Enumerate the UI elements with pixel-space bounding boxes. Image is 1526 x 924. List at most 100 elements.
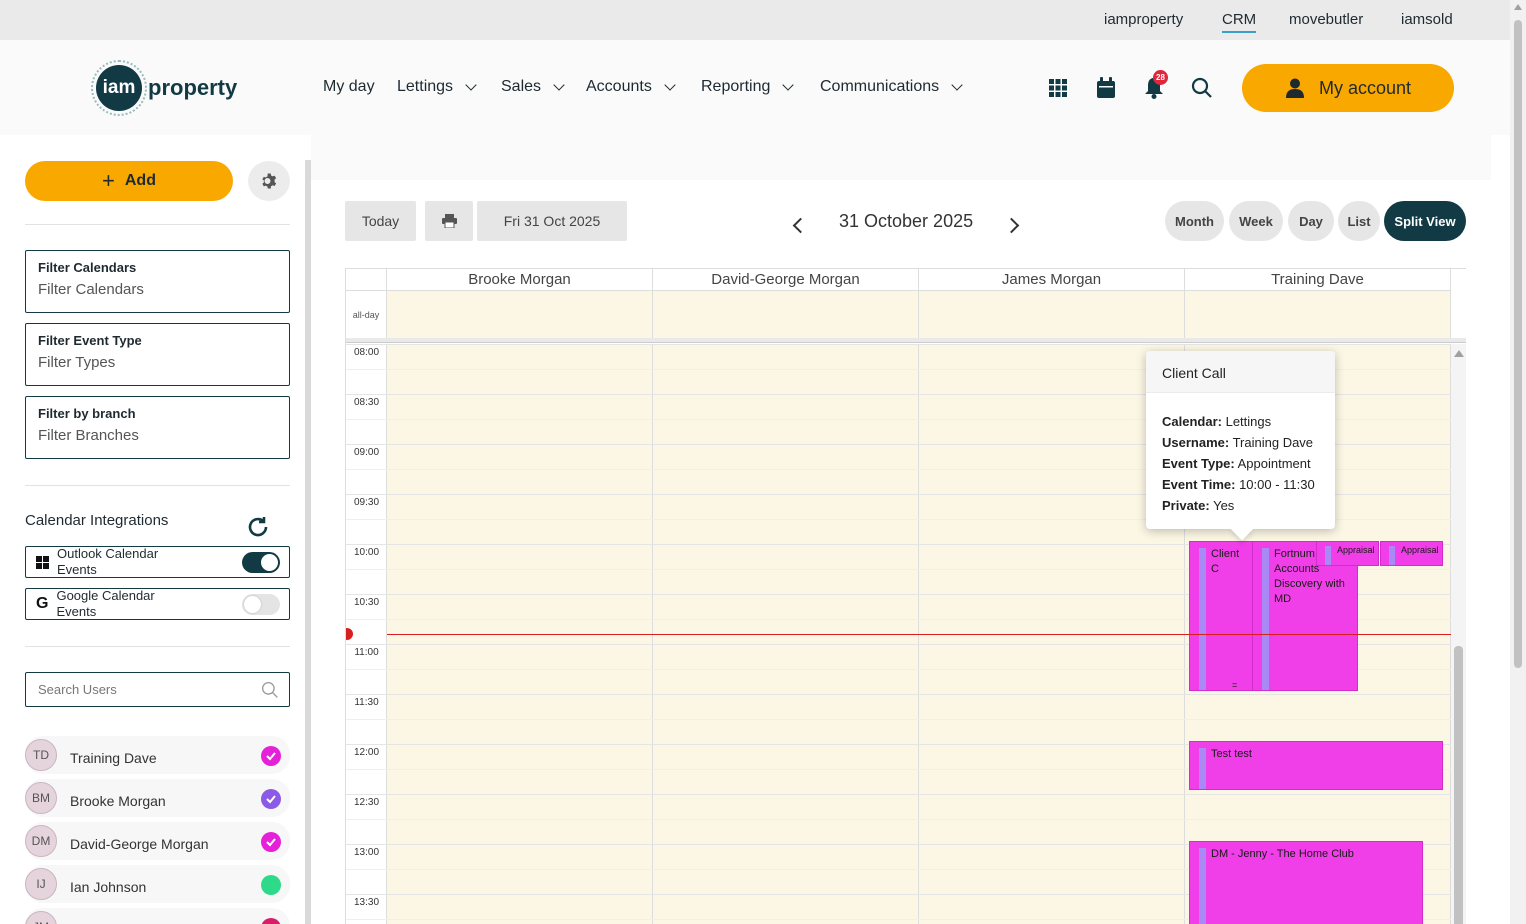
date-picker-button[interactable]: Fri 31 Oct 2025 [477, 201, 627, 241]
status-dot[interactable] [261, 875, 281, 895]
nav-label: Accounts [586, 78, 652, 95]
nav-communications[interactable]: Communications [820, 78, 963, 96]
user-name: Brooke Morgan [70, 793, 166, 809]
notification-badge: 28 [1153, 70, 1168, 85]
view-list-button[interactable]: List [1338, 201, 1380, 241]
popover-row: Calendar: Lettings [1162, 411, 1319, 432]
event-test-test[interactable]: Test test [1189, 741, 1443, 790]
time-label: 12:30 [353, 797, 380, 808]
calendar-icon[interactable] [1094, 76, 1118, 100]
view-month-button[interactable]: Month [1165, 201, 1224, 241]
topbar-link-crm[interactable]: CRM [1222, 11, 1257, 33]
filter-label: Filter Calendars [38, 260, 137, 275]
check-icon[interactable] [261, 746, 281, 766]
user-name: Ian Johnson [70, 879, 147, 895]
view-week-button[interactable]: Week [1229, 201, 1283, 241]
integration-label: Google Calendar Events [56, 588, 155, 619]
search-icon[interactable] [1190, 76, 1214, 100]
user-item[interactable]: TD Training Dave [25, 736, 290, 774]
scroll-thumb[interactable] [1454, 646, 1463, 924]
time-label: 08:30 [353, 397, 380, 408]
filter-branch[interactable]: Filter by branch Filter Branches [25, 396, 290, 459]
today-button[interactable]: Today [345, 201, 416, 241]
filter-placeholder: Filter Calendars [38, 281, 144, 298]
integrations-title: Calendar Integrations [25, 512, 169, 529]
event-dm-jenny[interactable]: DM - Jenny - The Home Club [1189, 841, 1423, 924]
nav-label: My day [323, 78, 375, 95]
apps-grid-icon[interactable] [1046, 76, 1070, 100]
popover-title: Client Call [1146, 351, 1335, 393]
time-label: 11:30 [354, 697, 379, 708]
all-day-label: all-day [346, 290, 387, 338]
nav-sales[interactable]: Sales [501, 78, 565, 96]
grid-line [346, 694, 1451, 695]
event-resize-handle[interactable]: = [1232, 681, 1237, 690]
my-account-button[interactable]: My account [1242, 64, 1454, 112]
top-bar: iamproperty CRM movebutler iamsold [0, 0, 1510, 40]
topbar-link-iamproperty[interactable]: iamproperty [1104, 11, 1183, 28]
scroll-thumb[interactable] [1514, 20, 1522, 668]
nav-accounts[interactable]: Accounts [586, 78, 676, 96]
topbar-link-movebutler[interactable]: movebutler [1289, 11, 1363, 28]
filter-calendars[interactable]: Filter Calendars Filter Calendars [25, 250, 290, 313]
view-day-button[interactable]: Day [1288, 201, 1334, 241]
page-scrollbar[interactable] [1510, 0, 1526, 924]
scroll-up-icon[interactable] [1514, 4, 1522, 10]
sidebar: + Add Filter Calendars Filter Calendars … [0, 135, 305, 924]
google-toggle[interactable] [242, 594, 280, 615]
plus-icon: + [102, 168, 115, 193]
all-day-cell[interactable] [653, 290, 919, 338]
time-label: 08:00 [353, 347, 380, 358]
event-title: Appraisal [1337, 545, 1375, 555]
status-dot[interactable] [261, 918, 281, 924]
popover-value: Appointment [1237, 456, 1311, 471]
time-column-header [346, 269, 387, 290]
add-button[interactable]: + Add [25, 161, 233, 201]
settings-button[interactable] [248, 161, 290, 201]
event-client-call[interactable]: Client C = [1189, 541, 1253, 691]
calendar-title: 31 October 2025 [839, 211, 974, 231]
time-label: 10:30 [353, 597, 380, 608]
check-icon[interactable] [261, 832, 281, 852]
all-day-cell[interactable] [919, 290, 1185, 338]
time-label: 09:00 [353, 447, 380, 458]
all-day-cell[interactable] [387, 290, 653, 338]
all-day-cell[interactable] [1185, 290, 1451, 338]
nav-label: Lettings [397, 78, 454, 95]
event-title: DM - Jenny - The Home Club [1211, 848, 1354, 860]
avatar: TD [25, 739, 57, 771]
filter-label: Filter Event Type [38, 333, 142, 348]
event-strip [1199, 548, 1206, 690]
gear-icon [262, 173, 277, 189]
search-placeholder: Search Users [38, 682, 117, 697]
check-icon[interactable] [261, 789, 281, 809]
print-button[interactable] [425, 201, 473, 241]
nav-label: Reporting [701, 78, 771, 95]
event-appraisal[interactable]: Appraisal [1316, 541, 1379, 566]
event-popover: Client Call Calendar: Lettings Username:… [1146, 351, 1335, 541]
user-item[interactable]: BM Brooke Morgan [25, 779, 290, 817]
calendar-scrollbar[interactable] [1451, 344, 1466, 924]
nav-label: Communications [820, 78, 940, 95]
search-users-input[interactable]: Search Users [25, 672, 290, 707]
user-item[interactable]: JM [25, 908, 290, 924]
nav-lettings[interactable]: Lettings [397, 78, 477, 96]
user-icon [1285, 78, 1304, 98]
logo[interactable]: iam property [91, 60, 237, 116]
time-label: 12:00 [353, 747, 380, 758]
all-day-divider [346, 338, 1466, 343]
scroll-up-icon[interactable] [1454, 350, 1464, 357]
popover-row: Username: Training Dave [1162, 432, 1319, 453]
refresh-icon[interactable] [246, 515, 270, 539]
view-split-button[interactable]: Split View [1384, 201, 1466, 241]
nav-my-day[interactable]: My day [323, 78, 375, 96]
logo-mark: iam [91, 60, 147, 116]
google-icon: G [36, 595, 49, 612]
outlook-toggle[interactable] [242, 552, 280, 573]
nav-reporting[interactable]: Reporting [701, 78, 795, 96]
filter-event-type[interactable]: Filter Event Type Filter Types [25, 323, 290, 386]
user-item[interactable]: DM David-George Morgan [25, 822, 290, 860]
topbar-link-iamsold[interactable]: iamsold [1401, 11, 1453, 28]
user-item[interactable]: IJ Ian Johnson [25, 865, 290, 903]
event-appraisal[interactable]: Appraisal [1380, 541, 1443, 566]
